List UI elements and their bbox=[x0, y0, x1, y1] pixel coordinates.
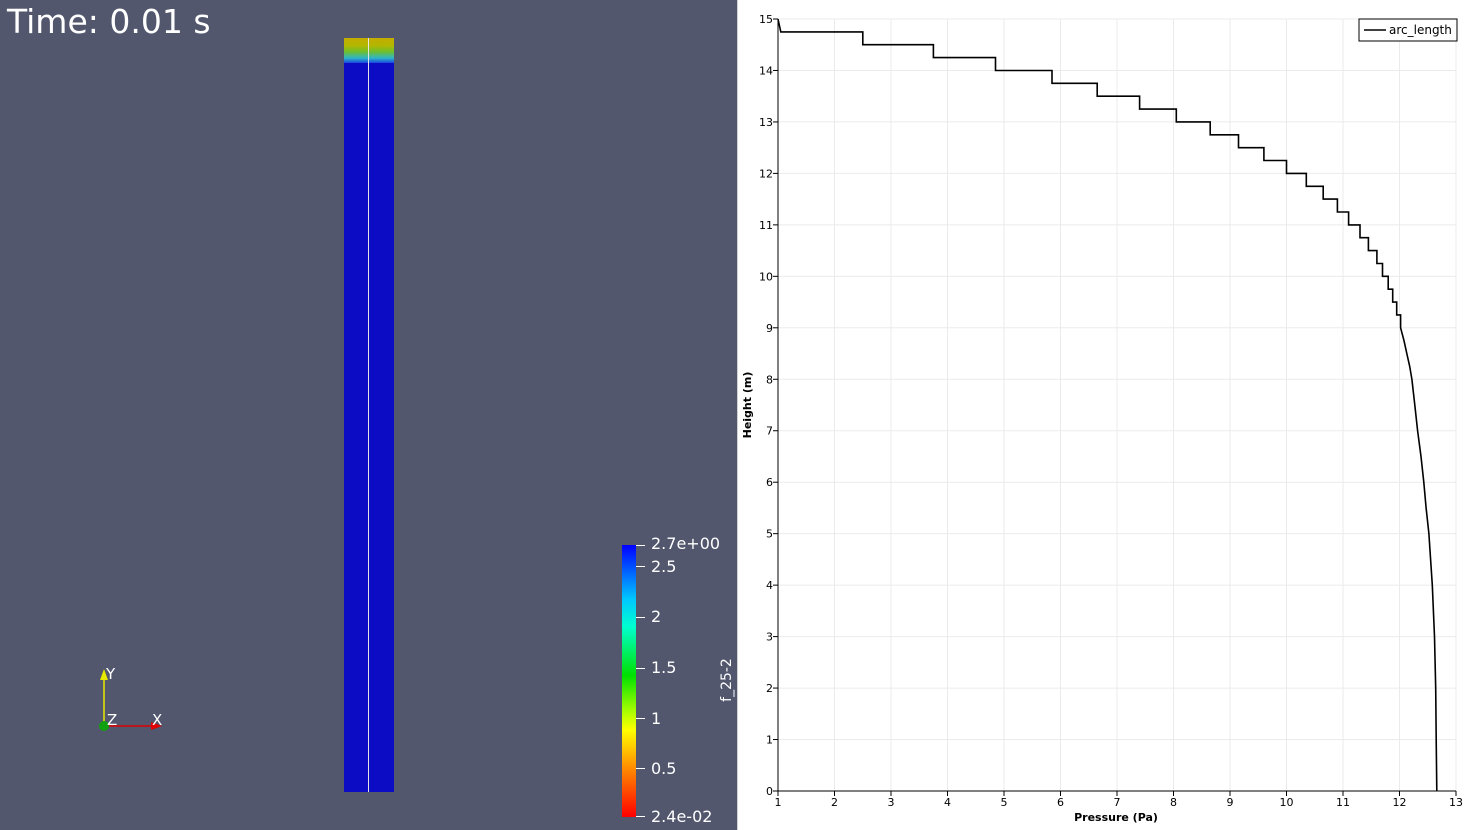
colorbar-tick bbox=[636, 718, 645, 719]
x-tick-label: 13 bbox=[1449, 796, 1463, 809]
y-tick-label: 9 bbox=[766, 322, 773, 335]
colorbar bbox=[622, 545, 636, 817]
colorbar-tick bbox=[636, 816, 645, 817]
colorbar-tick bbox=[636, 545, 645, 546]
legend[interactable]: arc_length bbox=[1358, 18, 1458, 42]
x-tick-label: 9 bbox=[1227, 796, 1234, 809]
y-tick-label: 10 bbox=[759, 270, 773, 283]
y-axis-title: Height (m) bbox=[741, 372, 754, 439]
x-tick-label: 4 bbox=[944, 796, 951, 809]
colorbar-tick bbox=[636, 668, 645, 669]
line-chart: 1 2 3 4 5 6 7 8 9 10 11 12 130123456789101112131415 … bbox=[741, 13, 1463, 824]
time-label: Time: 0.01 s bbox=[7, 2, 211, 41]
colorbar-tick bbox=[636, 617, 645, 618]
x-tick-label: 6 bbox=[1057, 796, 1064, 809]
colorbar-title: f_25-2 bbox=[719, 658, 735, 702]
x-tick-label: 10 bbox=[1280, 796, 1294, 809]
x-tick-label: 8 bbox=[1170, 796, 1177, 809]
x-tick-label: 12 bbox=[1393, 796, 1407, 809]
y-axis-label: Y bbox=[106, 665, 116, 683]
x-tick-label: 7 bbox=[1114, 796, 1121, 809]
x-axis-title: Pressure (Pa) bbox=[1074, 811, 1158, 824]
y-tick-label: 5 bbox=[766, 528, 773, 541]
axes bbox=[773, 18, 1457, 796]
x-tick-label: 3 bbox=[888, 796, 895, 809]
y-tick-label: 4 bbox=[766, 579, 773, 592]
colorbar-tick-label: 1.5 bbox=[651, 658, 677, 677]
y-tick-label: 15 bbox=[759, 13, 773, 26]
legend-label: arc_length bbox=[1389, 23, 1452, 37]
render-view[interactable]: Time: 0.01 s 2.7e+00 2.5 2 1.5 1 0.5 2.4… bbox=[0, 0, 738, 830]
x-axis-label: X bbox=[152, 711, 163, 729]
grid bbox=[777, 18, 1457, 792]
tick-labels: 1 2 3 4 5 6 7 8 9 10 11 12 130123456789101112131415 bbox=[759, 13, 1463, 809]
fluid-column bbox=[344, 38, 394, 792]
colorbar-tick-label: 1 bbox=[651, 709, 662, 728]
line-chart-view[interactable]: 1 2 3 4 5 6 7 8 9 10 11 12 13 0 1 2 3 4 5 6 7 8 9 10 11 12 13 14 15 … bbox=[738, 0, 1476, 830]
colorbar-max-label: 2.7e+00 bbox=[651, 534, 721, 553]
y-tick-label: 2 bbox=[766, 682, 773, 695]
z-axis-label: Z bbox=[107, 711, 118, 729]
colorbar-tick bbox=[636, 566, 645, 567]
y-tick-label: 12 bbox=[759, 167, 773, 180]
colorbar-tick-label: 0.5 bbox=[651, 759, 677, 778]
plot-over-line-probe bbox=[368, 38, 369, 792]
colorbar-tick bbox=[636, 768, 645, 769]
y-tick-label: 11 bbox=[759, 219, 773, 232]
x-tick-label: 11 bbox=[1336, 796, 1350, 809]
colorbar-tick-label: 2.5 bbox=[651, 557, 677, 576]
colorbar-min-label: 2.4e-02 bbox=[651, 807, 713, 826]
y-tick-label: 3 bbox=[766, 631, 773, 644]
y-tick-label: 6 bbox=[766, 476, 773, 489]
y-tick-label: 7 bbox=[766, 425, 773, 438]
series-line-arc-length bbox=[777, 18, 1438, 792]
x-tick-label: 5 bbox=[1001, 796, 1008, 809]
y-tick-label: 8 bbox=[766, 373, 773, 386]
y-tick-label: 13 bbox=[759, 116, 773, 129]
colorbar-tick-label: 2 bbox=[651, 607, 662, 626]
y-tick-label: 1 bbox=[766, 734, 773, 747]
column-free-surface bbox=[344, 38, 394, 63]
x-tick-label: 1 bbox=[775, 796, 782, 809]
y-tick-label: 0 bbox=[766, 785, 773, 798]
y-tick-label: 14 bbox=[759, 64, 773, 77]
x-tick-label: 2 bbox=[831, 796, 838, 809]
